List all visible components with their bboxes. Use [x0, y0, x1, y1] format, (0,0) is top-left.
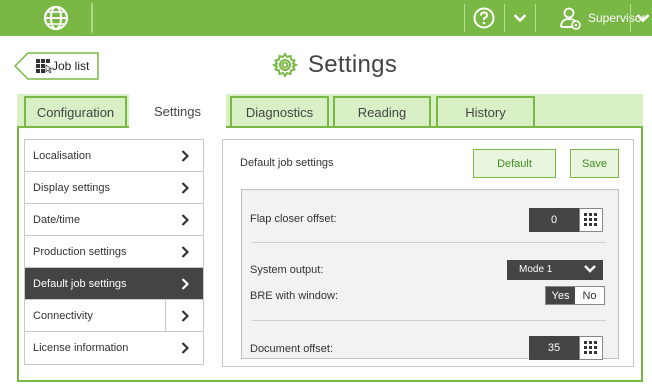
flap-closer-offset-field[interactable]: 0 [529, 208, 603, 232]
globe-icon [43, 5, 68, 31]
menu-item-date-time[interactable]: Date/time [25, 204, 203, 236]
tab-diagnostics[interactable]: Diagnostics [230, 96, 329, 126]
tab-reading[interactable]: Reading [333, 96, 431, 126]
keypad-icon [584, 213, 597, 226]
chevron-down-icon [636, 14, 650, 23]
document-offset-field[interactable]: 35 [529, 336, 603, 360]
menu-item-label: Localisation [33, 149, 92, 162]
keypad-icon [584, 341, 597, 354]
bre-yes-option[interactable]: Yes [546, 287, 575, 304]
page-title: Settings [272, 47, 397, 83]
help-icon [473, 7, 495, 29]
keypad-button[interactable] [579, 336, 603, 360]
user-icon [560, 7, 581, 30]
menu-item-divider [165, 300, 166, 332]
menu-item-license-information[interactable]: License information [25, 332, 203, 364]
page-title-text: Settings [308, 51, 398, 78]
bre-with-window-toggle[interactable]: Yes No [545, 286, 605, 305]
gear-icon [272, 52, 298, 78]
topbar-divider [464, 4, 465, 32]
chevron-right-icon [181, 278, 189, 290]
menu-item-label: Production settings [33, 245, 127, 258]
chevron-right-icon [181, 150, 189, 162]
menu-item-localisation[interactable]: Localisation [25, 140, 203, 172]
menu-item-connectivity[interactable]: Connectivity [25, 300, 203, 332]
flap-closer-offset-value[interactable]: 0 [529, 208, 579, 232]
system-output-select[interactable]: Mode 1 [507, 260, 603, 280]
bre-no-option[interactable]: No [575, 287, 604, 304]
flap-closer-offset-label: Flap closer offset: [250, 213, 337, 225]
help-button[interactable] [472, 6, 496, 30]
topbar-divider [630, 4, 631, 32]
topbar-divider [504, 4, 505, 32]
user-button[interactable] [560, 7, 582, 31]
chevron-right-icon [181, 310, 189, 322]
topbar-divider [92, 4, 93, 32]
menu-item-production-settings[interactable]: Production settings [25, 236, 203, 268]
system-output-value: Mode 1 [519, 264, 553, 275]
default-button[interactable]: Default [473, 149, 556, 178]
menu-item-label: Display settings [33, 181, 111, 194]
menu-item-label: Date/time [33, 213, 81, 226]
row-divider [252, 242, 606, 243]
tab-history[interactable]: History [436, 96, 535, 126]
job-list-icon [36, 59, 52, 73]
help-menu-toggle[interactable] [511, 9, 529, 27]
panel-title: Default job settings [240, 157, 334, 169]
menu-item-label: License information [33, 342, 129, 354]
row-divider [252, 320, 606, 321]
system-output-label: System output: [250, 264, 324, 276]
chevron-right-icon [181, 246, 189, 258]
tab-settings[interactable]: Settings [129, 94, 226, 128]
document-offset-label: Document offset: [250, 343, 333, 355]
tab-configuration[interactable]: Configuration [24, 96, 127, 126]
chevron-down-icon [584, 265, 596, 273]
menu-item-display-settings[interactable]: Display settings [25, 172, 203, 204]
job-list-button[interactable]: Job list [14, 52, 99, 80]
job-list-label: Job list [52, 59, 90, 73]
topbar-divider [535, 4, 536, 32]
settings-menu: Localisation Display settings Date/time … [24, 139, 204, 365]
keypad-button[interactable] [579, 208, 603, 232]
home-button[interactable] [20, 2, 92, 34]
save-button[interactable]: Save [570, 149, 619, 178]
top-bar: Supervisor [0, 0, 652, 36]
user-menu-toggle[interactable] [634, 9, 652, 27]
document-offset-value[interactable]: 35 [529, 336, 579, 360]
chevron-right-icon [181, 214, 189, 226]
chevron-down-icon [513, 14, 527, 23]
menu-item-label: Connectivity [33, 309, 93, 322]
chevron-right-icon [181, 182, 189, 194]
menu-item-label: Default job settings [33, 277, 127, 290]
chevron-right-icon [181, 342, 189, 354]
menu-item-default-job-settings[interactable]: Default job settings [25, 268, 203, 300]
bre-with-window-label: BRE with window: [250, 290, 339, 302]
